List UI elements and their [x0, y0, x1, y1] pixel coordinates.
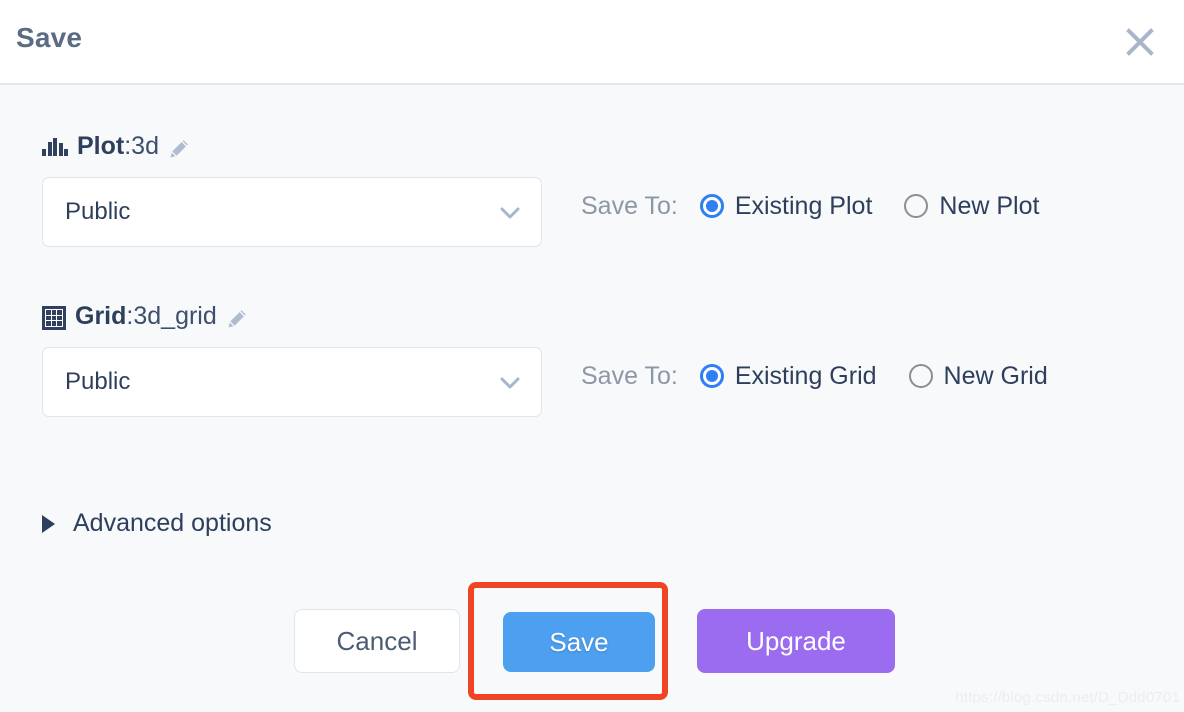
- watermark: https://blog.csdn.net/D_Ddd0701: [955, 689, 1180, 706]
- plot-separator: :: [124, 131, 132, 160]
- close-icon[interactable]: [1116, 18, 1164, 66]
- grid-name: 3d_grid: [133, 301, 217, 330]
- plot-save-to-group: Save To: Existing Plot New Plot: [581, 186, 1039, 226]
- dialog-body: Plot : 3d Public Save To: Existing Plot …: [0, 87, 1184, 712]
- plot-type-label: Plot: [77, 131, 125, 160]
- radio-new-grid[interactable]: New Grid: [908, 361, 1048, 391]
- radio-mark-selected: [699, 194, 724, 218]
- upgrade-button[interactable]: Upgrade: [697, 609, 895, 673]
- radio-existing-plot[interactable]: Existing Plot: [699, 191, 873, 221]
- radio-new-plot-label: New Plot: [939, 191, 1040, 220]
- grid-save-to-group: Save To: Existing Grid New Grid: [581, 356, 1048, 396]
- radio-new-plot[interactable]: New Plot: [904, 192, 1039, 221]
- advanced-options-toggle[interactable]: Advanced options: [42, 509, 272, 538]
- pencil-icon[interactable]: [168, 138, 190, 160]
- cancel-button[interactable]: Cancel: [294, 609, 460, 673]
- save-dialog: Save Plot : 3d Public Save To: Existing …: [0, 0, 1184, 712]
- grid-separator: :: [126, 301, 134, 330]
- radio-mark-unselected: [908, 364, 933, 388]
- grid-icon: [42, 306, 66, 330]
- chevron-down-icon: [497, 200, 523, 226]
- grid-heading: Grid : 3d_grid: [42, 299, 248, 333]
- radio-new-grid-label: New Grid: [943, 361, 1048, 390]
- radio-mark-unselected: [904, 194, 929, 218]
- radio-existing-grid[interactable]: Existing Grid: [699, 361, 877, 391]
- plot-heading: Plot : 3d: [42, 129, 190, 163]
- triangle-right-icon: [42, 514, 55, 533]
- grid-visibility-value: Public: [65, 368, 131, 395]
- radio-mark-selected: [699, 364, 724, 388]
- chevron-down-icon: [497, 370, 523, 396]
- grid-type-label: Grid: [75, 301, 127, 330]
- pencil-icon[interactable]: [226, 308, 248, 330]
- plot-save-to-label: Save To:: [581, 191, 678, 220]
- dialog-header: Save: [0, 0, 1184, 85]
- dialog-title: Save: [16, 22, 83, 53]
- save-button[interactable]: Save: [503, 612, 655, 672]
- plot-name: 3d: [131, 131, 159, 160]
- radio-existing-grid-label: Existing Grid: [734, 361, 877, 390]
- grid-visibility-select[interactable]: Public: [42, 347, 542, 417]
- plot-visibility-select[interactable]: Public: [42, 177, 542, 247]
- advanced-options-label: Advanced options: [73, 509, 272, 537]
- plot-visibility-value: Public: [65, 198, 131, 225]
- grid-save-to-label: Save To:: [581, 361, 678, 390]
- radio-existing-plot-label: Existing Plot: [734, 191, 873, 220]
- bar-chart-icon: [42, 136, 68, 156]
